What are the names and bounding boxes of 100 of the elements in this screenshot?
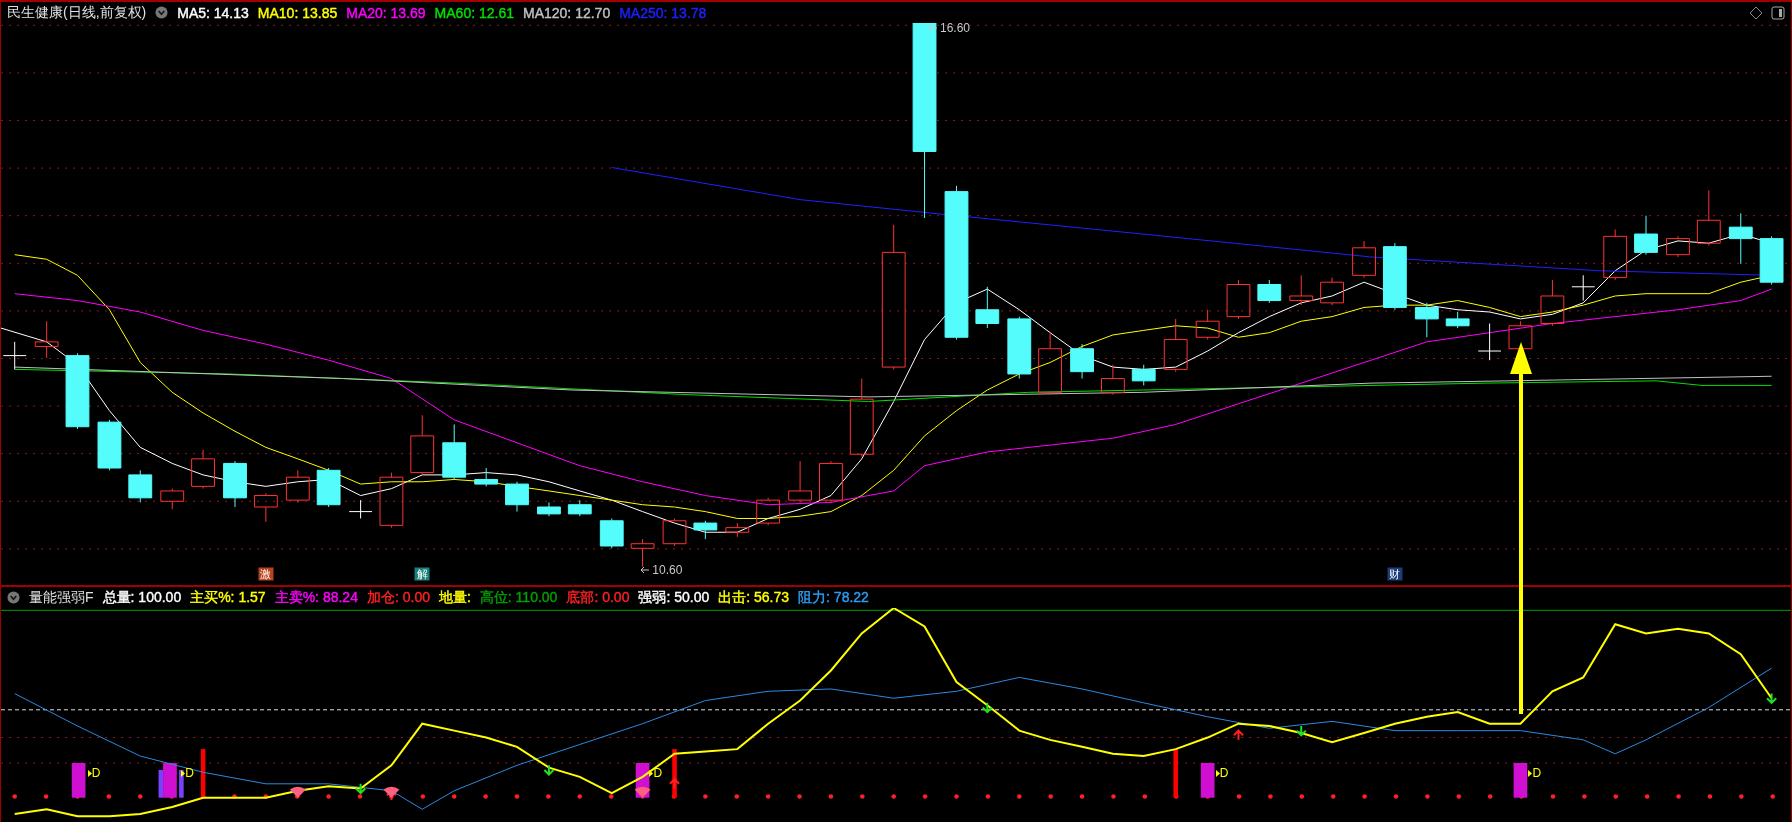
- dot: [1613, 794, 1619, 799]
- dropdown-icon[interactable]: [7, 591, 20, 604]
- candlestick: [1759, 235, 1784, 285]
- candlestick: [1477, 323, 1502, 361]
- dot: [922, 794, 928, 799]
- event-badge[interactable]: 解: [414, 567, 430, 580]
- indicator-value: 主卖%: 88.24: [274, 588, 358, 607]
- down-arrow-icon: [1295, 725, 1307, 737]
- dot: [1111, 794, 1116, 799]
- dot: [1299, 794, 1305, 799]
- indicator-value: MA120: 12.70: [523, 4, 611, 21]
- chart-title: 民生健康(日线,前复权): [7, 3, 147, 22]
- candlestick: [160, 488, 185, 510]
- dot: [1142, 794, 1148, 799]
- candlestick: [1163, 318, 1188, 373]
- candlestick: [567, 499, 592, 517]
- candlestick: [1603, 228, 1628, 281]
- candlestick: [223, 460, 247, 508]
- dot: [1268, 794, 1273, 799]
- dot: [1644, 794, 1650, 799]
- dot: [357, 794, 363, 799]
- dot: [1456, 794, 1462, 799]
- signal-bar: [71, 763, 86, 798]
- candlestick: [1382, 242, 1407, 311]
- candlestick: [725, 522, 750, 538]
- down-arrow-icon: [355, 782, 367, 795]
- candlestick: [788, 460, 812, 503]
- up-arrow-icon: [668, 777, 681, 790]
- dot: [797, 794, 802, 799]
- dot: [1393, 794, 1399, 799]
- arrow-left-icon: [640, 566, 651, 575]
- dot: [1707, 794, 1713, 799]
- diamond-icon[interactable]: [1749, 5, 1763, 20]
- candlestick: [662, 518, 687, 547]
- candlestick: [442, 423, 467, 480]
- indicator-value: 加仓: 0.00: [366, 588, 430, 607]
- down-arrow-icon: [981, 701, 993, 714]
- candlestick: [1007, 316, 1032, 380]
- indicator-value: MA250: 13.78: [619, 4, 707, 21]
- candlestick: [1289, 274, 1314, 306]
- dot: [1676, 794, 1681, 799]
- candlestick: [630, 538, 655, 568]
- signal-bar: [672, 749, 677, 798]
- dot: [1017, 794, 1022, 799]
- candlestick: [537, 501, 561, 517]
- dropdown-icon[interactable]: [155, 6, 169, 19]
- signal-label: D: [91, 766, 101, 781]
- dot: [1582, 794, 1587, 799]
- candlestick: [316, 467, 341, 508]
- indicator-value: MA60: 12.61: [434, 4, 514, 21]
- candlestick: [693, 520, 718, 540]
- candlestick: [1101, 364, 1125, 396]
- signal-label: D: [653, 766, 663, 781]
- triangle-icon: [181, 769, 186, 777]
- candlestick: [1352, 240, 1376, 279]
- dot: [703, 794, 708, 799]
- candlestick: [128, 469, 153, 503]
- signal-bar: [1513, 763, 1528, 798]
- dot: [1048, 794, 1053, 799]
- dot: [1236, 794, 1242, 799]
- up-arrow-icon: [1232, 729, 1245, 741]
- indicator-value: MA20: 13.69: [346, 4, 426, 21]
- candlestick: [2, 341, 27, 370]
- indicator-value: 底部: 0.00: [566, 588, 630, 607]
- dot: [954, 794, 959, 799]
- dot: [860, 794, 865, 799]
- candlestick: [1226, 279, 1251, 320]
- dot: [577, 794, 583, 799]
- dot: [1770, 794, 1775, 799]
- dot: [420, 794, 426, 799]
- candlestick: [1131, 364, 1156, 386]
- candlestick: [1257, 279, 1282, 304]
- dot: [985, 794, 991, 799]
- candlestick: [1414, 302, 1439, 338]
- triangle-icon: [1528, 769, 1533, 777]
- indicator-title: 量能强弱F: [29, 588, 94, 607]
- candlestick: [379, 472, 404, 529]
- candlestick: [819, 460, 843, 503]
- dot: [891, 794, 896, 799]
- candlestick: [1038, 332, 1063, 396]
- price-label: 16.60: [939, 20, 970, 35]
- arrow-left-icon: [927, 23, 938, 32]
- indicator-value: MA5: 14.13: [177, 4, 249, 21]
- candlestick: [1070, 343, 1094, 380]
- signal-label: D: [1219, 766, 1229, 781]
- dot: [608, 794, 614, 799]
- dot: [828, 794, 834, 799]
- candlestick: [285, 469, 310, 503]
- triangle-icon: [649, 769, 654, 777]
- dot: [326, 794, 331, 799]
- event-badge[interactable]: 财: [1387, 567, 1403, 580]
- indicator-value: 高位: 110.00: [479, 588, 558, 607]
- candlestick: [1195, 309, 1220, 341]
- dot: [734, 794, 740, 799]
- candlestick: [1571, 274, 1596, 302]
- candlestick: [599, 518, 624, 549]
- dot: [765, 794, 771, 799]
- triangle-icon: [1215, 769, 1220, 777]
- panel-toggle-icon[interactable]: [1771, 5, 1785, 20]
- event-badge[interactable]: 激: [258, 567, 274, 580]
